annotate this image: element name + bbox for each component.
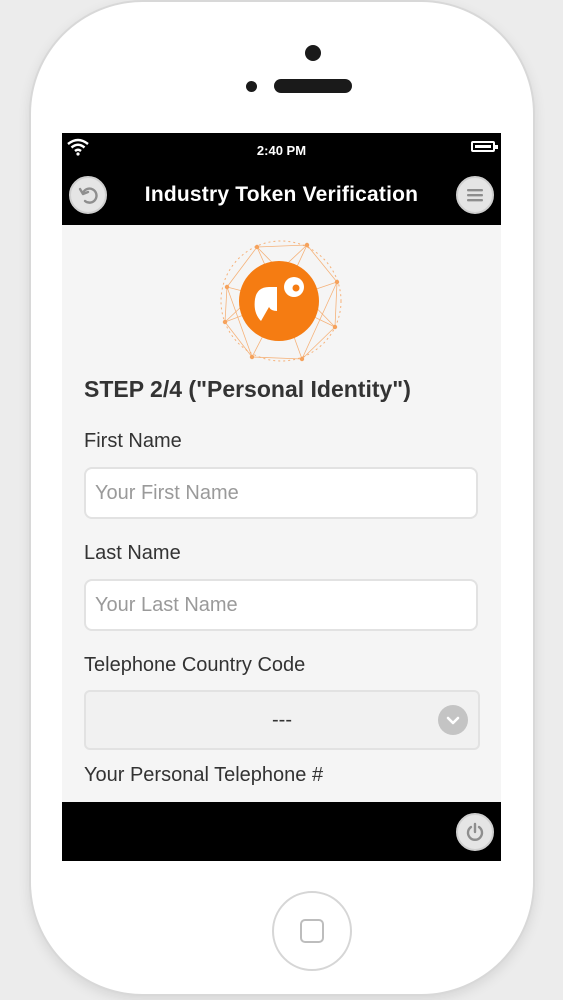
- page-title: Industry Token Verification: [144, 183, 419, 206]
- proximity-sensor: [246, 81, 257, 92]
- country-code-select[interactable]: ---: [84, 690, 480, 750]
- power-icon: [466, 822, 484, 841]
- first-name-field[interactable]: [84, 467, 478, 519]
- app-screen: 2:40 PM Industry Token Verification STEP…: [62, 133, 501, 861]
- back-arrow-icon: [78, 187, 98, 204]
- earpiece-speaker: [274, 79, 352, 93]
- menu-icon: [467, 189, 483, 202]
- home-square-icon: [300, 919, 324, 943]
- last-name-field[interactable]: [84, 579, 478, 631]
- home-button[interactable]: [272, 891, 352, 971]
- last-name-label: Last Name: [84, 542, 181, 564]
- country-code-value: ---: [272, 709, 292, 731]
- status-bar: 2:40 PM: [62, 133, 501, 167]
- app-footer: [62, 802, 501, 861]
- back-button[interactable]: [69, 176, 107, 214]
- step-title: STEP 2/4 ("Personal Identity"): [84, 376, 411, 402]
- app-header: Industry Token Verification: [62, 167, 501, 225]
- country-code-label: Telephone Country Code: [84, 654, 306, 676]
- battery-icon: [471, 141, 498, 152]
- chevron-down-icon: [438, 705, 468, 735]
- status-time: 2:40 PM: [256, 143, 307, 158]
- brand-logo: [217, 237, 345, 365]
- first-name-label: First Name: [84, 430, 182, 452]
- power-button[interactable]: [456, 813, 494, 851]
- front-camera: [305, 45, 321, 61]
- menu-button[interactable]: [456, 176, 494, 214]
- telephone-label: Your Personal Telephone #: [84, 764, 324, 786]
